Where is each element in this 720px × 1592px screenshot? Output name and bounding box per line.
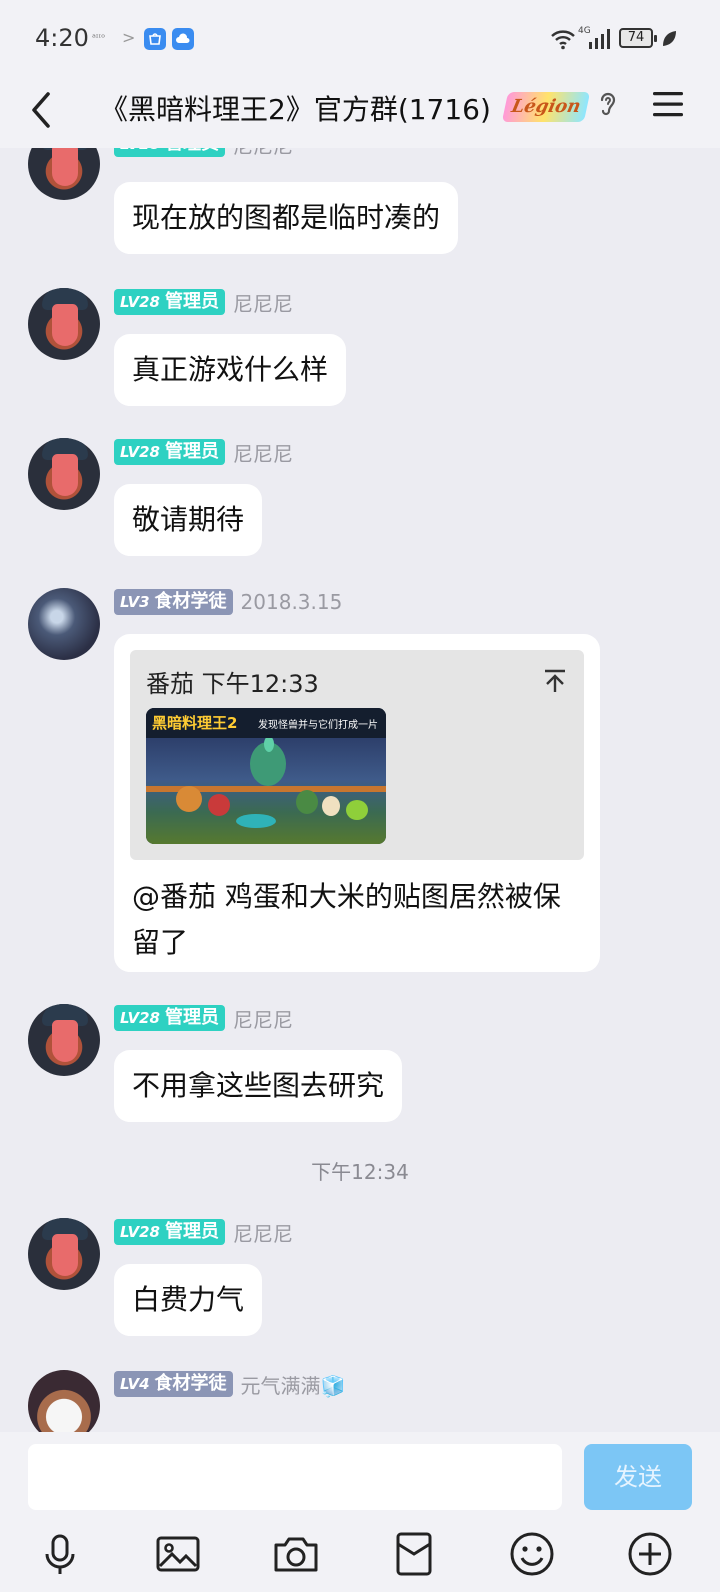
message-meta: LV28管理员 尼尼尼 — [114, 148, 293, 158]
game-image-subtitle: 发现怪兽并与它们打成一片 — [258, 720, 378, 731]
chat-message-list[interactable]: LV28管理员 尼尼尼 现在放的图都是临时凑的 LV28管理员 尼尼尼 真正游戏… — [0, 148, 720, 1432]
avatar[interactable] — [28, 1218, 100, 1290]
back-arrow-icon[interactable] — [26, 86, 56, 136]
message-meta: LV28管理员 尼尼尼 — [114, 1004, 293, 1032]
plus-icon[interactable] — [626, 1530, 674, 1578]
sender-name[interactable]: 尼尼尼 — [233, 438, 293, 467]
sender-name[interactable]: 2018.3.15 — [241, 590, 343, 614]
message-meta: LV3 食材学徒 2018.3.15 — [114, 588, 342, 616]
chevron-right-icon: > — [122, 28, 136, 47]
quoted-message[interactable]: 番茄 下午12:33 黑暗料理王2 发现怪兽并与它们打成一片 — [130, 650, 584, 860]
message-bubble[interactable]: 白费力气 — [114, 1264, 263, 1336]
message-meta: LV28管理员 尼尼尼 — [114, 438, 293, 466]
sender-name[interactable]: 元气满满🧊 — [241, 1370, 346, 1399]
member-level-badge: LV4 食材学徒 — [114, 1371, 233, 1397]
message-bubble[interactable]: 现在放的图都是临时凑的 — [114, 182, 459, 254]
chat-timestamp: 下午12:34 — [311, 1160, 409, 1184]
message-meta: LV4 食材学徒 元气满满🧊 — [114, 1370, 345, 1398]
reply-text: @番茄 鸡蛋和大米的贴图居然被保留了 — [132, 880, 561, 959]
member-level-badge: LV28管理员 — [114, 1219, 225, 1245]
camera-icon[interactable] — [272, 1530, 320, 1578]
status-time: 4:20 — [35, 24, 89, 52]
microphone-icon[interactable] — [36, 1530, 84, 1578]
member-level-badge: LV28管理员 — [114, 1005, 225, 1031]
signal-icon — [589, 29, 610, 49]
quoted-game-image[interactable]: 黑暗料理王2 发现怪兽并与它们打成一片 — [146, 708, 386, 844]
avatar[interactable] — [28, 1004, 100, 1076]
send-button[interactable]: 发送 — [584, 1444, 692, 1510]
ear-icon[interactable] — [598, 90, 618, 120]
chat-header: 《黑暗料理王2》官方群(1716) Légion — [0, 80, 720, 148]
avatar[interactable] — [28, 1370, 100, 1432]
message-bubble[interactable]: 敬请期待 — [114, 484, 263, 556]
jump-to-original-icon[interactable] — [542, 668, 568, 694]
battery-icon: 74 — [619, 28, 657, 48]
wifi-icon — [551, 30, 575, 50]
member-level-badge: LV3 食材学徒 — [114, 589, 233, 615]
image-icon[interactable] — [154, 1530, 202, 1578]
group-badge: Légion — [501, 92, 591, 122]
cloud-icon — [172, 28, 194, 50]
message-bubble[interactable]: 不用拿这些图去研究 — [114, 1050, 403, 1122]
sender-name[interactable]: 尼尼尼 — [233, 1004, 293, 1033]
reply-message-bubble[interactable]: 番茄 下午12:33 黑暗料理王2 发现怪兽并与它们打成一片 @番茄 鸡蛋和大米… — [114, 634, 600, 972]
avatar[interactable] — [28, 588, 100, 660]
message-input[interactable] — [28, 1444, 562, 1510]
red-packet-icon[interactable] — [390, 1530, 438, 1578]
status-small-label: ᵃᶦᶦᵒ — [92, 33, 106, 44]
emoji-icon[interactable] — [508, 1530, 556, 1578]
game-scene — [146, 736, 386, 844]
member-level-badge: LV28管理员 — [114, 148, 225, 157]
sender-name[interactable]: 尼尼尼 — [233, 148, 293, 159]
avatar[interactable] — [28, 288, 100, 360]
sender-name[interactable]: 尼尼尼 — [233, 288, 293, 317]
group-title[interactable]: 《黑暗料理王2》官方群(1716) — [100, 88, 491, 128]
avatar[interactable] — [28, 148, 100, 200]
member-level-badge: LV28管理员 — [114, 439, 225, 465]
message-input-bar: 发送 — [0, 1432, 720, 1592]
menu-icon[interactable] — [652, 88, 684, 120]
quoted-message-header: 番茄 下午12:33 — [146, 670, 319, 698]
avatar[interactable] — [28, 438, 100, 510]
app-store-icon — [144, 28, 166, 50]
message-meta: LV28管理员 尼尼尼 — [114, 288, 293, 316]
status-bar: 4:20 ᵃᶦᶦᵒ > 4G 74 — [0, 0, 720, 80]
sender-name[interactable]: 尼尼尼 — [233, 1218, 293, 1247]
message-meta: LV28管理员 尼尼尼 — [114, 1218, 293, 1246]
game-image-title: 黑暗料理王2 — [152, 714, 238, 732]
leaf-icon — [663, 31, 676, 46]
message-bubble[interactable]: 真正游戏什么样 — [114, 334, 347, 406]
member-level-badge: LV28管理员 — [114, 289, 225, 315]
